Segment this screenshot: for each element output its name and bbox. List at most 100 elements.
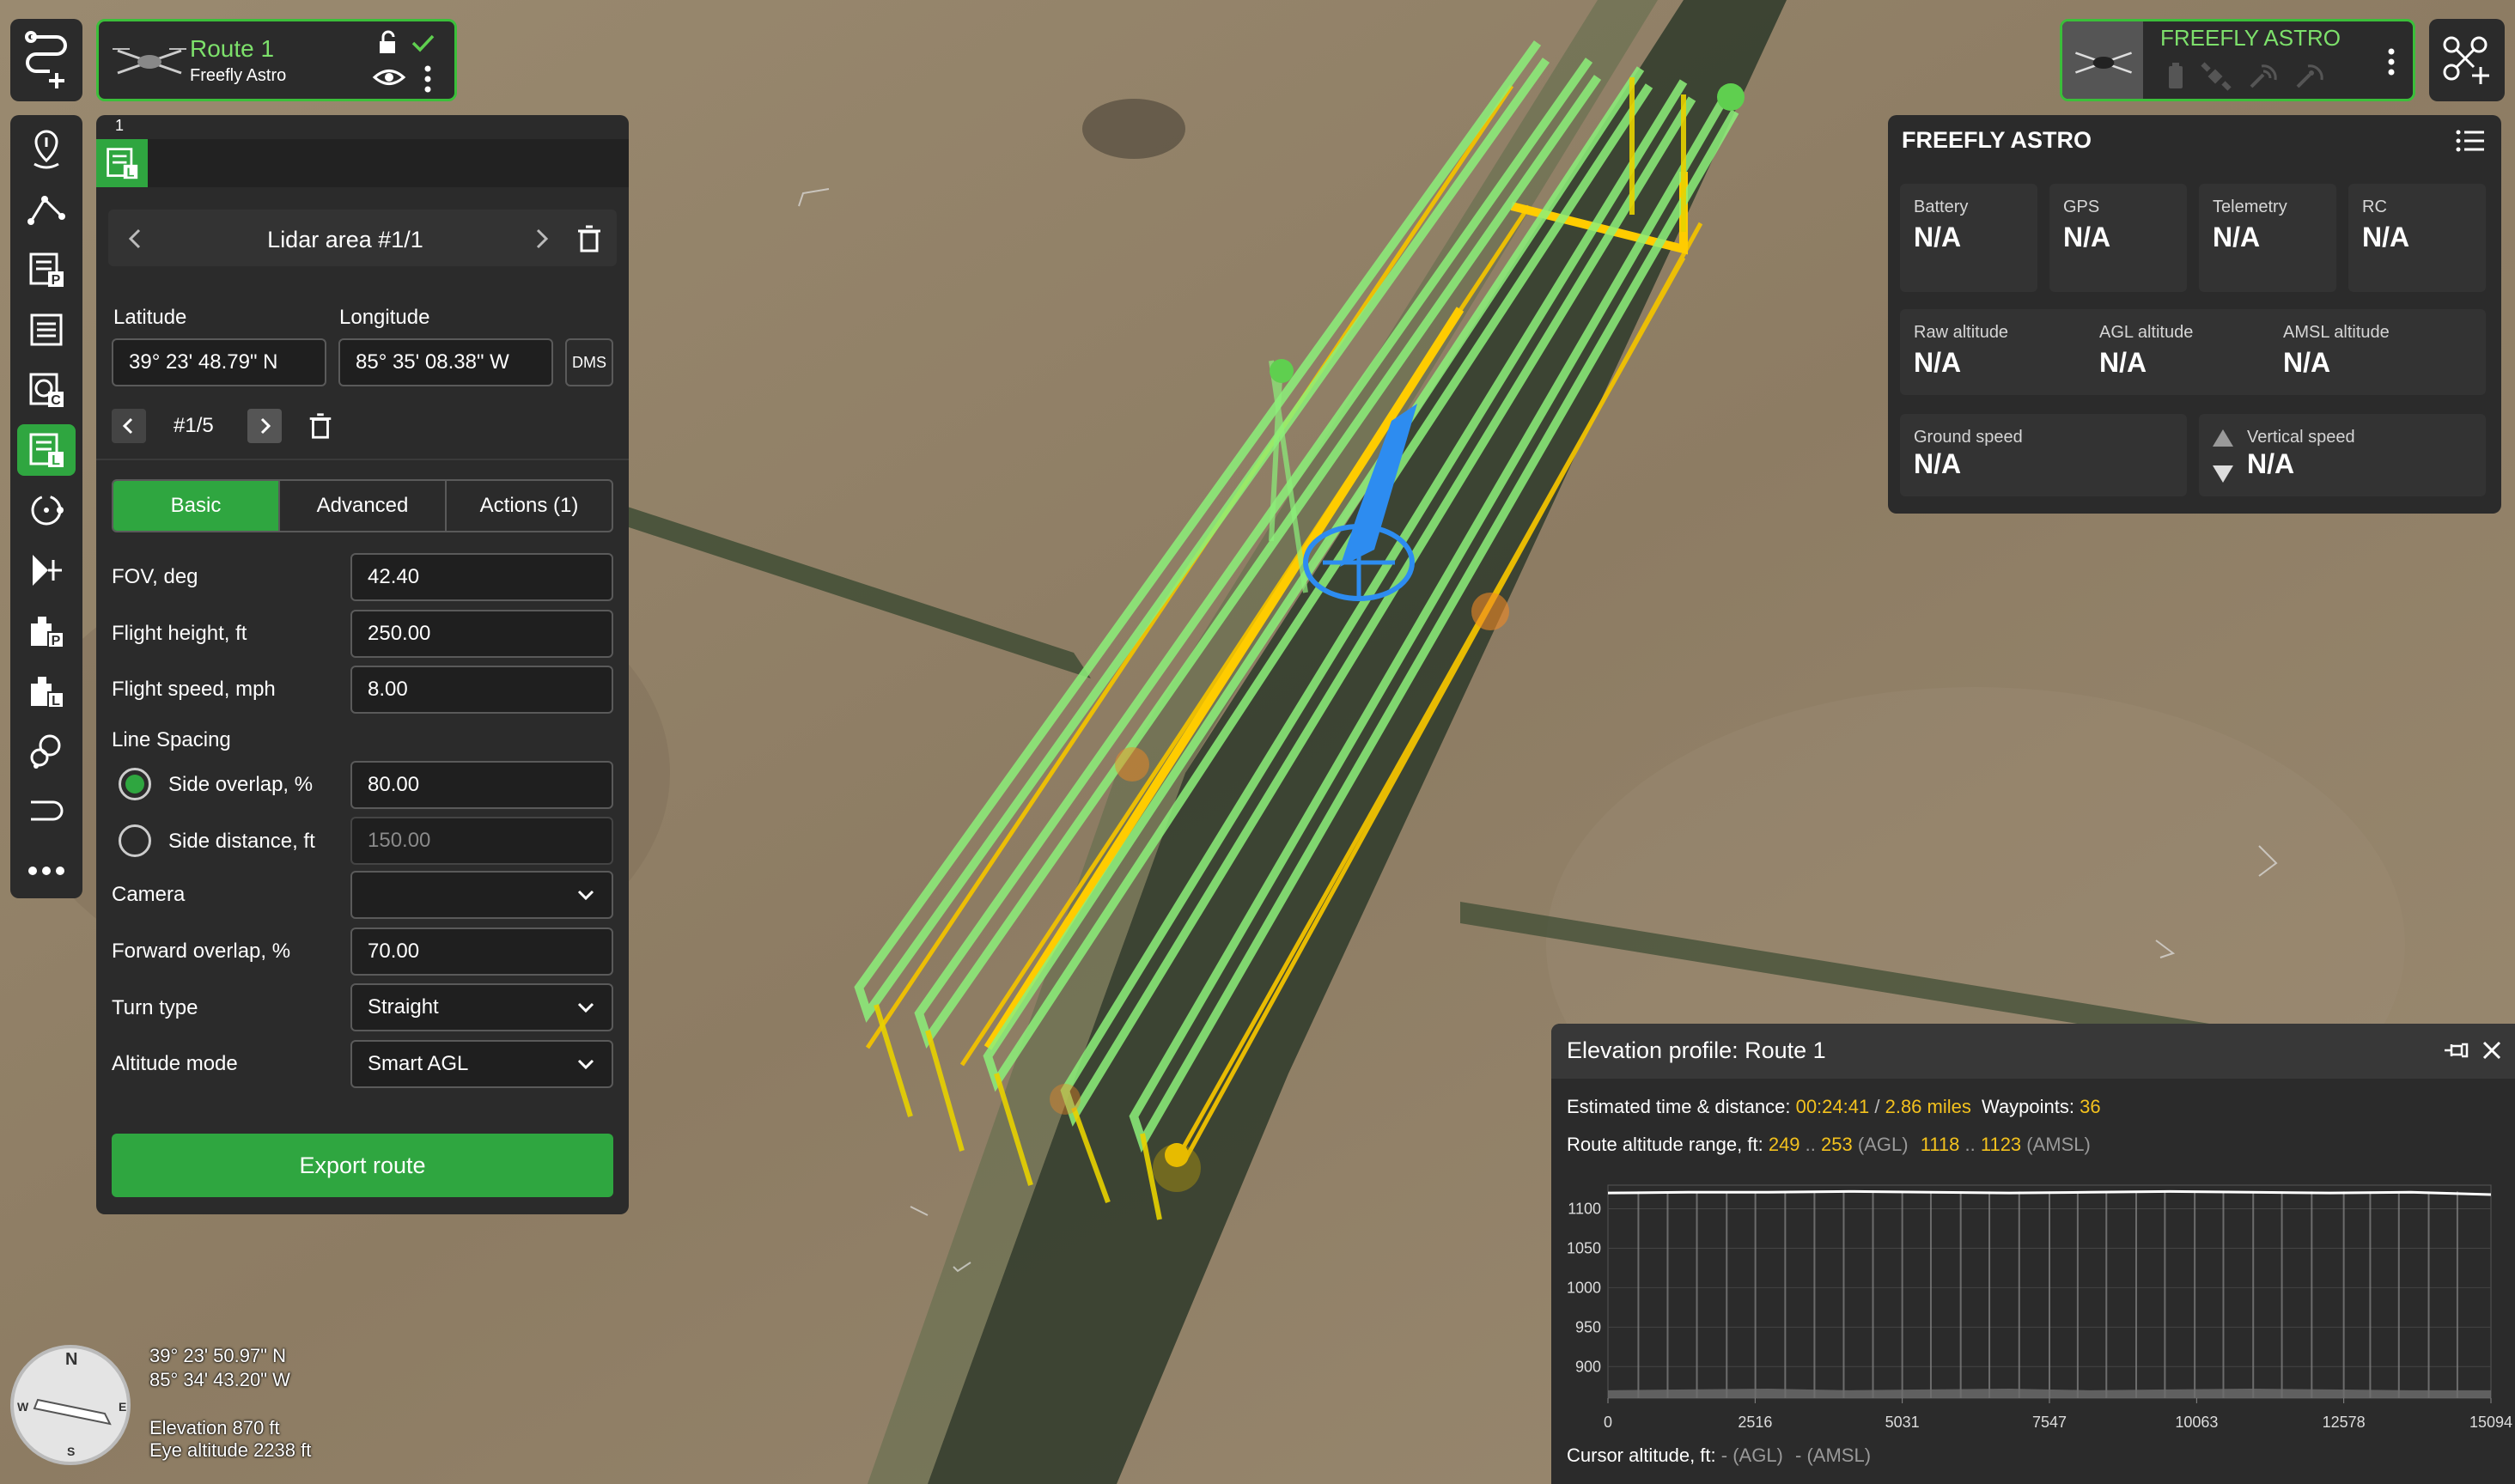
flight-speed-input[interactable]: 8.00 [350, 666, 613, 714]
y-tick-label: 1100 [1568, 1201, 1601, 1218]
chevron-right-icon[interactable] [526, 223, 557, 254]
element-tab-lidar[interactable]: L [96, 139, 148, 187]
compass-needle-icon [33, 1398, 112, 1426]
export-route-button[interactable]: Export route [112, 1134, 613, 1197]
drone-thumbnail-icon [113, 48, 186, 75]
trash-icon[interactable] [574, 223, 605, 254]
point-next-button[interactable] [247, 409, 282, 443]
route-card[interactable]: Route 1 Freefly Astro [96, 19, 457, 101]
tool-facade[interactable] [17, 544, 76, 596]
chevron-right-icon [260, 417, 271, 435]
more-horizontal-icon [28, 867, 64, 875]
area-l-icon: L [29, 433, 64, 468]
polyline-icon [27, 196, 65, 225]
altitude-mode-select[interactable]: Smart AGL [350, 1040, 613, 1088]
forward-overlap-label: Forward overlap, % [112, 940, 291, 963]
tab-actions[interactable]: Actions (1) [447, 481, 612, 531]
turn-type-label: Turn type [112, 996, 198, 1019]
tab-basic[interactable]: Basic [113, 481, 280, 531]
cursor-label: Cursor altitude, ft: [1567, 1444, 1716, 1466]
side-overlap-input[interactable]: 80.00 [350, 761, 613, 809]
agl-tag: (AGL) [1857, 1134, 1909, 1155]
rc-card: RC N/A [2348, 184, 2486, 292]
vertical-speed-label: Vertical speed [2247, 428, 2355, 447]
area-icon [30, 313, 63, 346]
telemetry-title: FREEFLY ASTRO [1902, 127, 2092, 153]
elevation-chart[interactable]: 1100 1050 1000 950 900 0 2516 5031 7547 10063 1257… [1551, 1168, 2515, 1443]
tool-area[interactable] [17, 304, 76, 356]
drone-card[interactable]: FREEFLY ASTRO [2060, 19, 2415, 101]
amsl-min: 1118 [1920, 1134, 1960, 1155]
side-overlap-radio[interactable] [119, 768, 151, 800]
area-l-icon: L [107, 148, 138, 179]
turn-type-value: Straight [368, 995, 439, 1019]
svg-text:L: L [127, 166, 135, 179]
side-distance-label: Side distance, ft [168, 830, 315, 853]
route-tool-button[interactable] [10, 19, 82, 101]
flight-height-input[interactable]: 250.00 [350, 610, 613, 658]
svg-text:C: C [51, 393, 61, 408]
svg-text:L: L [52, 694, 60, 709]
waypoints-label: Waypoints: [1982, 1096, 2075, 1117]
tool-building-l[interactable]: L [17, 665, 76, 716]
compass[interactable]: N S W E [10, 1345, 131, 1465]
dms-button[interactable]: DMS [565, 338, 613, 386]
add-drone-button[interactable] [2429, 19, 2505, 101]
raw-altitude-label: Raw altitude [1914, 323, 2009, 342]
battery-label: Battery [1914, 198, 1969, 216]
svg-text:P: P [52, 634, 61, 648]
left-toolbar: P C L P L [10, 115, 82, 898]
pin-icon[interactable] [2441, 1037, 2470, 1063]
tool-polyline[interactable] [17, 184, 76, 235]
chevron-left-icon[interactable] [120, 223, 151, 254]
fov-input[interactable]: 42.40 [350, 553, 613, 601]
more-vertical-icon[interactable] [2385, 47, 2397, 76]
tab-advanced[interactable]: Advanced [280, 481, 447, 531]
rc-signal-icon [2296, 64, 2323, 88]
route-add-icon [25, 31, 67, 88]
list-menu-icon[interactable] [2455, 127, 2486, 155]
tool-return[interactable] [17, 785, 76, 836]
turn-type-select[interactable]: Straight [350, 983, 613, 1031]
point-prev-button[interactable] [112, 409, 146, 443]
tool-lidar-area[interactable]: L [17, 424, 76, 476]
tool-corridor[interactable]: C [17, 364, 76, 416]
altitude-card: Raw altitude N/A AGL altitude N/A AMSL a… [1900, 309, 2486, 395]
point-trash-icon[interactable] [306, 411, 335, 441]
forward-overlap-input[interactable]: 70.00 [350, 928, 613, 976]
longitude-input[interactable]: 85° 35' 08.38" W [338, 338, 553, 386]
latitude-input[interactable]: 39° 23' 48.79" N [112, 338, 326, 386]
tool-shapes[interactable] [17, 725, 76, 776]
tool-photogrammetry-area[interactable]: P [17, 244, 76, 295]
building-p-icon: P [31, 617, 64, 648]
map-elevation: Elevation 870 ft [149, 1417, 280, 1438]
camera-select[interactable] [350, 871, 613, 919]
tool-building-p[interactable]: P [17, 605, 76, 656]
side-distance-input[interactable]: 150.00 [350, 817, 613, 865]
close-icon[interactable] [2481, 1039, 2503, 1061]
eye-icon[interactable] [372, 64, 406, 90]
svg-text:P: P [52, 273, 61, 288]
chevron-down-icon [577, 1059, 594, 1070]
tool-more[interactable] [17, 845, 76, 897]
amsl-altitude-value: N/A [2283, 347, 2331, 378]
amsl-altitude-label: AMSL altitude [2283, 323, 2390, 342]
point-counter: #1/5 [174, 414, 214, 437]
y-tick-label: 1050 [1567, 1239, 1601, 1256]
amsl-dots: .. [1964, 1134, 1976, 1155]
battery-icon [2169, 63, 2183, 88]
battery-card: Battery N/A [1900, 184, 2037, 292]
compass-e: E [119, 1400, 127, 1414]
longitude-label: Longitude [339, 306, 430, 329]
tool-orbit[interactable] [17, 484, 76, 536]
estimate-row: Estimated time & distance: 00:24:41 / 2.… [1567, 1096, 2101, 1118]
more-vertical-icon[interactable] [422, 64, 434, 94]
agl-altitude-value: N/A [2099, 347, 2147, 378]
up-down-arrows-icon [2213, 429, 2233, 483]
orbit-icon [31, 495, 64, 526]
estimate-time: 00:24:41 [1795, 1096, 1870, 1117]
building-l-icon: L [31, 677, 64, 709]
side-distance-radio[interactable] [119, 824, 151, 857]
unlock-icon[interactable] [375, 30, 401, 56]
tool-waypoint[interactable] [17, 124, 76, 175]
